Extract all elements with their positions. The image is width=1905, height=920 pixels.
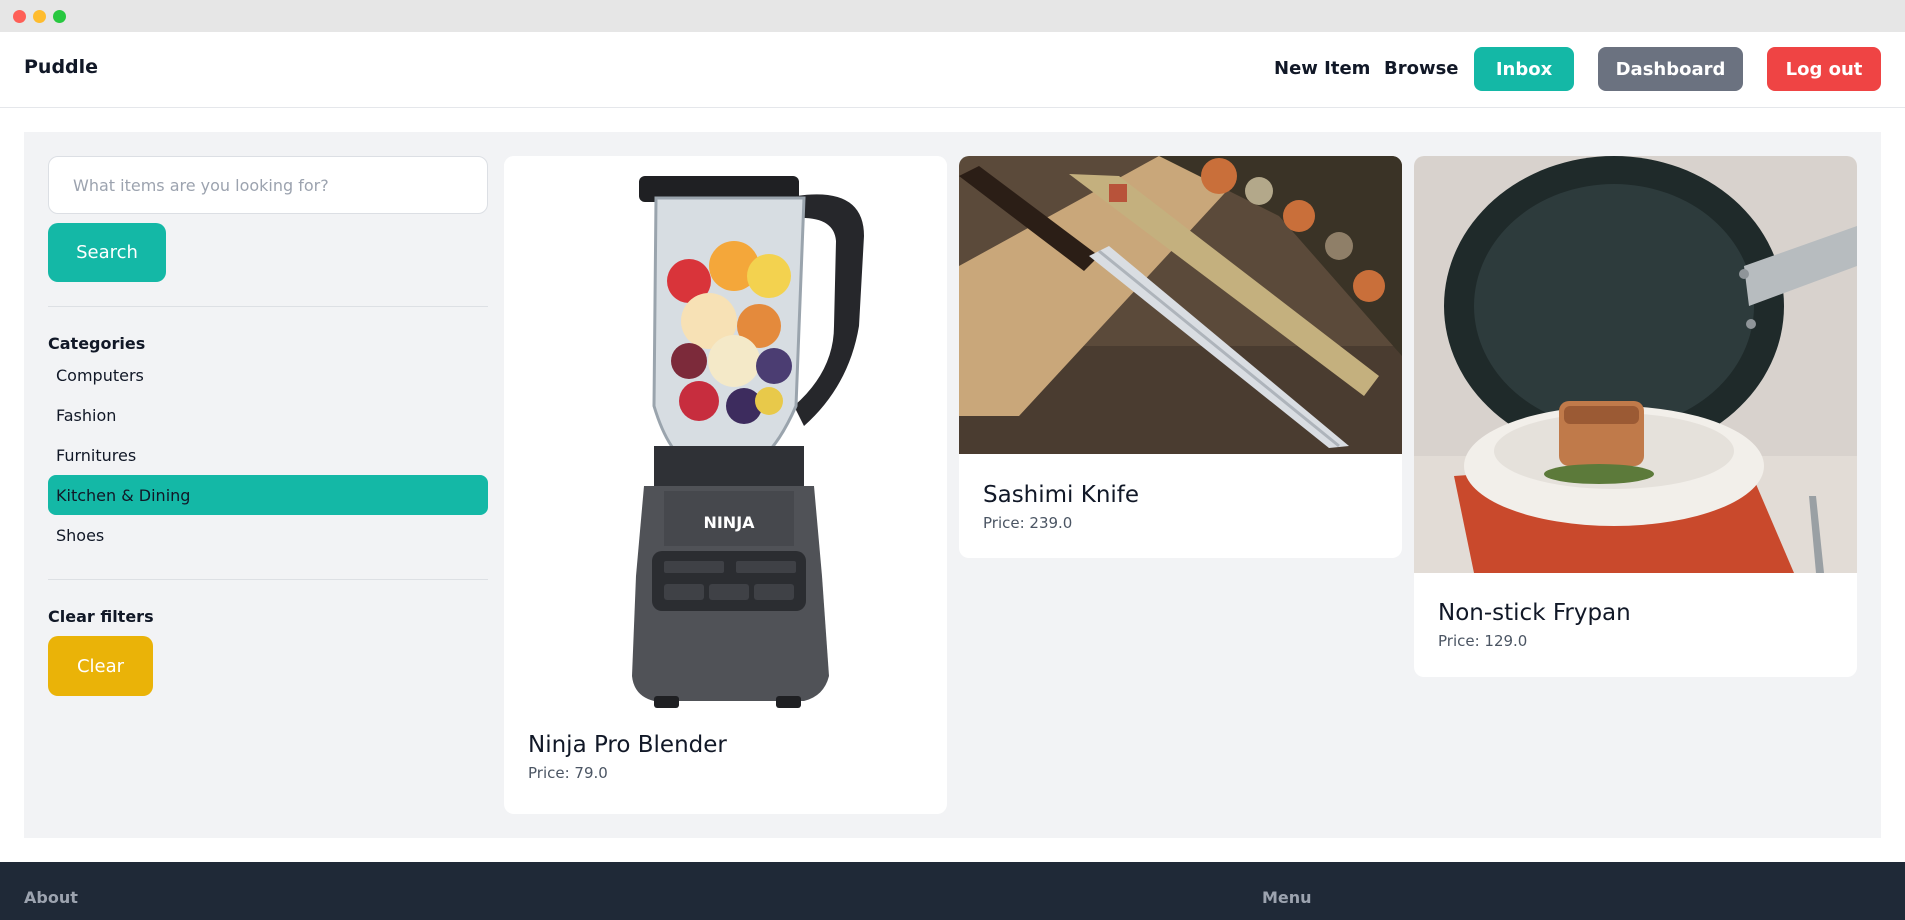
svg-text:NINJA: NINJA	[703, 513, 755, 532]
category-kitchen-dining[interactable]: Kitchen & Dining	[48, 475, 488, 515]
footer-about-heading: About	[24, 888, 78, 907]
category-computers[interactable]: Computers	[48, 355, 488, 395]
item-title[interactable]: Ninja Pro Blender	[528, 732, 727, 758]
category-shoes[interactable]: Shoes	[48, 515, 488, 555]
minimize-window-icon[interactable]	[33, 10, 46, 23]
footer-menu-heading: Menu	[1262, 888, 1312, 907]
item-card-knife[interactable]: Sashimi Knife Price: 239.0	[959, 156, 1402, 558]
browse-panel: Search Categories Computers Fashion Furn…	[24, 132, 1881, 838]
divider	[48, 306, 488, 307]
close-window-icon[interactable]	[13, 10, 26, 23]
logout-button[interactable]: Log out	[1767, 47, 1881, 91]
site-footer: About Menu	[0, 862, 1905, 920]
item-price: Price: 79.0	[528, 764, 608, 782]
dashboard-button[interactable]: Dashboard	[1598, 47, 1743, 91]
category-fashion[interactable]: Fashion	[48, 395, 488, 435]
clear-button[interactable]: Clear	[48, 636, 153, 696]
new-item-link[interactable]: New Item	[1274, 58, 1370, 79]
frypan-image	[1414, 156, 1857, 573]
top-navbar: Puddle New Item Browse Inbox Dashboard L…	[0, 32, 1905, 108]
item-title[interactable]: Non-stick Frypan	[1438, 600, 1631, 626]
blender-image: NINJA	[504, 156, 947, 722]
item-title[interactable]: Sashimi Knife	[983, 482, 1139, 508]
item-card-frypan[interactable]: Non-stick Frypan Price: 129.0	[1414, 156, 1857, 677]
brand-logo[interactable]: Puddle	[24, 56, 98, 78]
item-price: Price: 239.0	[983, 514, 1073, 532]
item-price: Price: 129.0	[1438, 632, 1528, 650]
search-input[interactable]	[48, 156, 488, 214]
divider	[48, 579, 488, 580]
browse-link[interactable]: Browse	[1384, 58, 1459, 79]
inbox-button[interactable]: Inbox	[1474, 47, 1574, 91]
window-titlebar	[0, 0, 1905, 32]
maximize-window-icon[interactable]	[53, 10, 66, 23]
clear-filters-heading: Clear filters	[48, 607, 154, 626]
search-button[interactable]: Search	[48, 223, 166, 282]
category-furnitures[interactable]: Furnitures	[48, 435, 488, 475]
categories-heading: Categories	[48, 334, 146, 353]
knife-image	[959, 156, 1402, 454]
item-card-blender[interactable]: NINJA Ninja Pro Blender Price: 79.0	[504, 156, 947, 814]
